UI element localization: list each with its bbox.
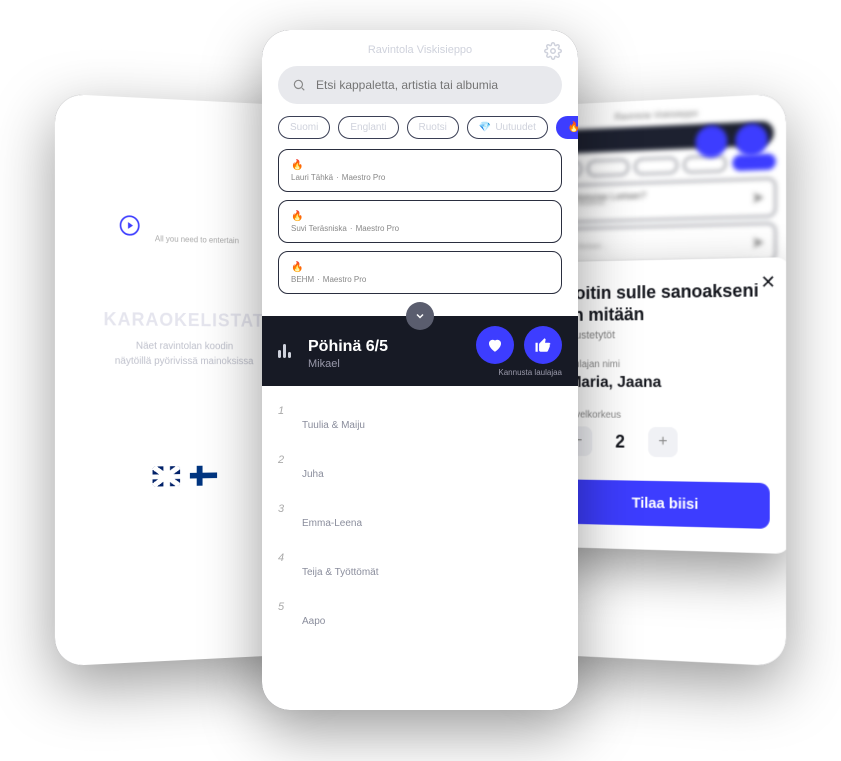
hot-song-item[interactable]: 🔥BlaaBlaa (En Kuule Sanaakaan) Lauri Täh…	[278, 149, 562, 192]
hot-song-list: 🔥BlaaBlaa (En Kuule Sanaakaan) Lauri Täh…	[262, 149, 578, 294]
header: Ravintola Viskisieppo	[262, 30, 578, 66]
search-input[interactable]	[316, 78, 548, 92]
chevron-down-icon	[414, 310, 426, 322]
pitch-plus-button[interactable]: +	[648, 427, 677, 457]
chip-ruotsi[interactable]: Ruotsi	[407, 116, 459, 139]
pitch-label: Sävelkorkeus	[564, 410, 770, 422]
fire-icon: 🔥	[568, 122, 578, 133]
song-title: Soitin sulle sanoakseni en mitään	[564, 280, 770, 326]
enter-code-button[interactable]: Syötä koodi	[83, 405, 283, 448]
filter-chips: Suomi Englanti Ruotsi 💎Uutuudet 🔥Hot	[262, 104, 578, 149]
brand-text: Feelment® All you need to entertain	[155, 210, 255, 246]
encourage-label: Kannusta laulajaa	[476, 368, 562, 377]
song-list-screen: Ravintola Viskisieppo Suomi Englanti Ruo…	[262, 30, 578, 710]
collapse-handle[interactable]	[262, 302, 578, 330]
queue-item[interactable]: 5 Miehen TyöAapo	[278, 588, 562, 637]
equalizer-icon	[278, 344, 296, 358]
hot-song-item[interactable]: 🔥Ihmisen Poika Suvi Teräsniska·Maestro P…	[278, 200, 562, 243]
queue-item[interactable]: 3 Viidestoista PäiväEmma-Leena	[278, 490, 562, 539]
brand-play-icon	[113, 208, 147, 243]
venue-name: Ravintola Viskisieppo	[368, 44, 472, 56]
pitch-value: 2	[615, 431, 625, 452]
pitch-stepper: − 2 +	[564, 426, 770, 458]
queue-item[interactable]: 4 Paula-PotpuriTeija & Työttömät	[278, 539, 562, 588]
hot-song-item[interactable]: 🔥Hei Rakas BEHM·Maestro Pro	[278, 251, 562, 294]
now-playing-singer: Mikael	[308, 358, 388, 370]
flag-uk-icon[interactable]	[153, 466, 181, 487]
encourage-singer: Kannusta laulajaa	[476, 326, 562, 377]
song-queue: 1 Miten Historiaa Luetaan?Tuulia & Maiju…	[262, 386, 578, 653]
queue-item[interactable]: 2 JohnJuha	[278, 441, 562, 490]
order-song-button[interactable]: Tilaa biisi	[564, 480, 770, 530]
brand-name: Feelment	[155, 210, 249, 238]
settings-button[interactable]	[544, 42, 562, 65]
search-bar[interactable]	[278, 66, 562, 104]
fire-icon: 🔥	[291, 262, 303, 273]
send-icon[interactable]	[533, 211, 549, 232]
close-icon[interactable]: ✕	[761, 272, 776, 294]
order-song-sheet: ✕ Soitin sulle sanoakseni en mitään Laus…	[545, 257, 786, 554]
song-artist: Laustetytöt	[564, 328, 770, 342]
heart-button[interactable]	[476, 326, 514, 364]
search-icon	[292, 78, 306, 92]
singer-name-label: Laulajan nimi	[564, 359, 770, 371]
fire-icon: 🔥	[291, 160, 303, 171]
fire-icon: 🔥	[291, 211, 303, 222]
gem-icon: 💎	[479, 122, 491, 133]
send-icon[interactable]	[533, 160, 549, 181]
chip-hot[interactable]: 🔥Hot	[556, 116, 578, 139]
now-playing-title: Pöhinä 6/5	[308, 338, 388, 356]
chip-suomi[interactable]: Suomi	[278, 116, 330, 139]
queue-item[interactable]: 1 Miten Historiaa Luetaan?Tuulia & Maiju	[278, 392, 562, 441]
chip-uutuudet[interactable]: 💎Uutuudet	[467, 116, 548, 139]
send-icon[interactable]	[533, 262, 549, 283]
chip-englanti[interactable]: Englanti	[338, 116, 398, 139]
flag-fi-icon[interactable]	[190, 466, 217, 486]
thumbs-up-button[interactable]	[524, 326, 562, 364]
singer-name-value[interactable]: -Maria, Jaana	[564, 374, 770, 392]
